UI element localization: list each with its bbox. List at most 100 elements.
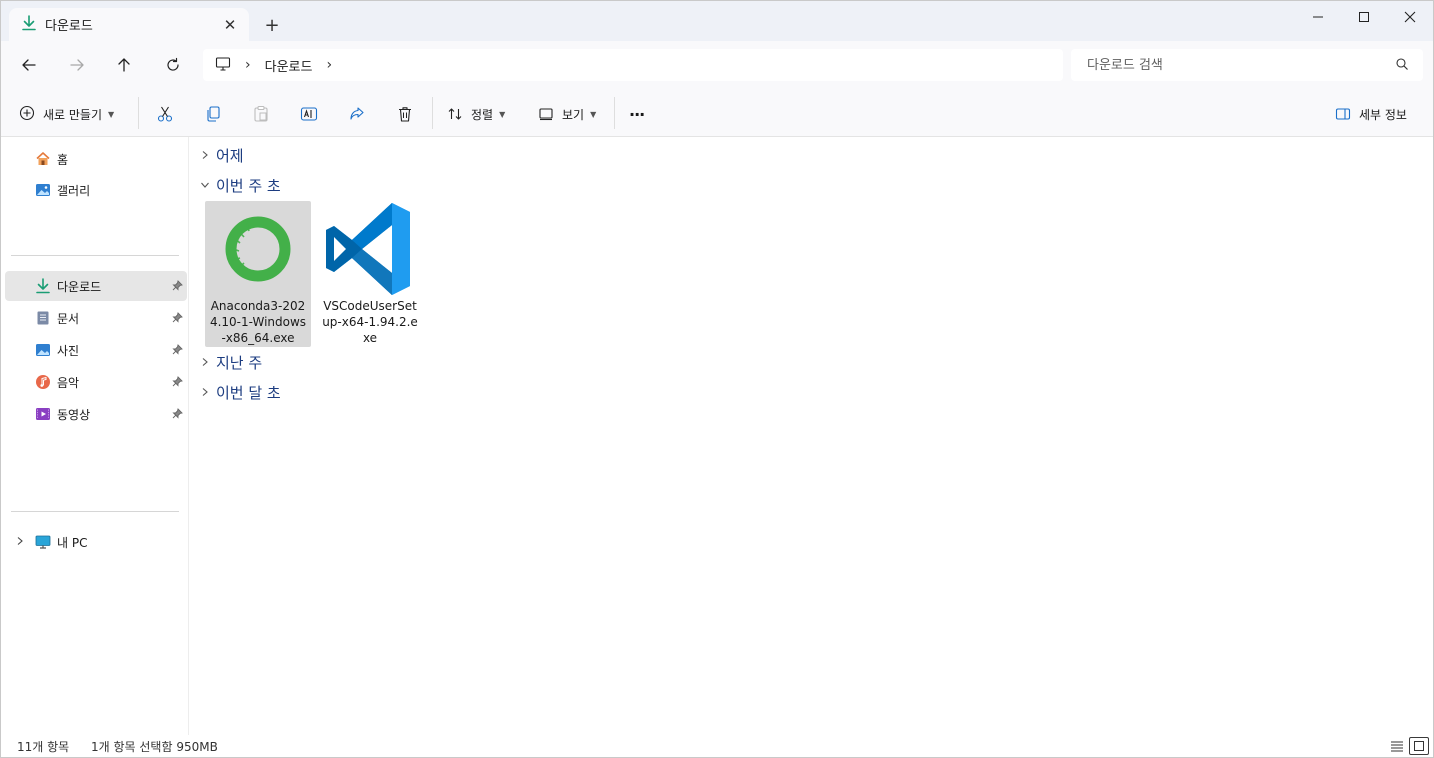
breadcrumb-chevron-icon[interactable]: › <box>326 57 332 73</box>
scissors-icon <box>157 106 173 122</box>
details-view-button[interactable] <box>1387 737 1407 755</box>
navigation-pane: 홈 갤러리 다운로드 문서 사진 음악 동영상 내 PC <box>1 137 189 735</box>
sidebar-item-gallery[interactable]: 갤러리 <box>5 175 187 205</box>
chevron-right-icon <box>198 355 212 369</box>
breadcrumb-chevron-icon: › <box>245 57 251 73</box>
sidebar-item-label: 내 PC <box>57 535 88 550</box>
sidebar-item-downloads[interactable]: 다운로드 <box>5 271 187 301</box>
tab-title: 다운로드 <box>45 19 93 34</box>
pictures-icon <box>35 342 51 358</box>
large-icons-view-button[interactable] <box>1409 737 1429 755</box>
refresh-button[interactable] <box>158 51 188 79</box>
paste-button[interactable] <box>252 101 270 127</box>
tab-downloads[interactable]: 다운로드 ✕ <box>9 8 249 41</box>
sidebar-item-label: 동영상 <box>57 407 91 422</box>
file-explorer-window: 다운로드 ✕ + › 다운로드 › 다운로드 검색 새로 만들기 ▼ 정렬 ▼ … <box>0 0 1434 758</box>
close-window-button[interactable] <box>1387 1 1433 33</box>
delete-button[interactable] <box>396 101 414 127</box>
group-label: 어제 <box>216 146 244 165</box>
file-item[interactable]: Anaconda3-2024.10-1-Windows-x86_64.exe <box>205 201 311 347</box>
arrow-up-icon <box>118 58 130 72</box>
sort-button[interactable]: 정렬 ▼ <box>447 101 505 127</box>
list-view-icon <box>1391 741 1403 752</box>
sidebar-divider <box>11 511 179 512</box>
search-box[interactable] <box>1071 49 1423 81</box>
sidebar-item-label: 홈 <box>57 152 69 167</box>
selection-info: 1개 항목 선택함 950MB <box>91 739 218 754</box>
sidebar-item-music[interactable]: 음악 <box>5 367 187 397</box>
sidebar-item-videos[interactable]: 동영상 <box>5 399 187 429</box>
view-button[interactable]: 보기 ▼ <box>538 101 596 127</box>
anaconda-icon <box>210 201 306 297</box>
search-input[interactable] <box>1087 57 1387 73</box>
sidebar-item-label: 다운로드 <box>57 279 102 294</box>
more-options-button[interactable]: ··· <box>629 101 645 127</box>
breadcrumb-downloads[interactable]: 다운로드 <box>265 56 313 75</box>
chevron-right-icon[interactable] <box>15 535 25 549</box>
view-label: 보기 <box>562 107 585 122</box>
copy-button[interactable] <box>204 101 222 127</box>
sidebar-item-label: 갤러리 <box>57 183 91 198</box>
chevron-down-icon: ▼ <box>590 109 597 119</box>
maximize-button[interactable] <box>1341 1 1387 33</box>
file-name: Anaconda3-2024.10-1-Windows-x86_64.exe <box>209 299 307 345</box>
toolbar-divider <box>432 97 433 129</box>
sidebar-item-this-pc[interactable]: 내 PC <box>5 527 187 557</box>
new-button[interactable]: 새로 만들기 ▼ <box>19 101 114 127</box>
pin-icon[interactable] <box>172 376 183 390</box>
paste-icon <box>254 105 268 122</box>
group-header-earlier-this-week[interactable]: 이번 주 초 <box>198 173 281 197</box>
group-header-earlier-this-month[interactable]: 이번 달 초 <box>198 380 281 404</box>
video-icon <box>35 406 51 422</box>
back-button[interactable] <box>14 51 44 79</box>
new-tab-button[interactable]: + <box>260 13 284 37</box>
share-icon <box>350 107 364 120</box>
download-icon <box>21 15 37 34</box>
rename-button[interactable] <box>300 101 318 127</box>
home-icon <box>35 151 51 167</box>
minimize-button[interactable] <box>1295 1 1341 33</box>
close-tab-icon[interactable]: ✕ <box>221 16 239 34</box>
item-count: 11개 항목 <box>17 739 70 754</box>
command-bar: 새로 만들기 ▼ 정렬 ▼ 보기 ▼ ··· 세부 정보 <box>1 89 1433 137</box>
trash-icon <box>399 107 411 122</box>
details-pane-icon <box>1335 108 1351 120</box>
toolbar-divider <box>614 97 615 129</box>
sidebar-item-label: 음악 <box>57 375 80 390</box>
group-label: 이번 달 초 <box>216 383 281 402</box>
new-button-label: 새로 만들기 <box>43 107 103 122</box>
pin-icon[interactable] <box>172 408 183 422</box>
sidebar-item-home[interactable]: 홈 <box>5 144 187 174</box>
tiles-view-icon <box>1414 741 1424 751</box>
sidebar-item-pictures[interactable]: 사진 <box>5 335 187 365</box>
plus-circle-icon <box>19 105 35 124</box>
group-label: 이번 주 초 <box>216 176 281 195</box>
sort-label: 정렬 <box>471 107 494 122</box>
copy-icon <box>207 106 220 122</box>
sidebar-item-documents[interactable]: 문서 <box>5 303 187 333</box>
pc-icon <box>35 534 51 550</box>
up-button[interactable] <box>109 51 139 79</box>
file-name: VSCodeUserSetup-x64-1.94.2.exe <box>322 299 418 345</box>
file-list-pane: 어제 이번 주 초 Anaconda3-2024.10-1-Windows-x8… <box>190 137 1433 735</box>
details-pane-label: 세부 정보 <box>1359 107 1407 122</box>
toolbar-divider <box>138 97 139 129</box>
pin-icon[interactable] <box>172 312 183 326</box>
forward-button[interactable] <box>62 51 92 79</box>
address-bar[interactable]: › 다운로드 › <box>203 49 1063 81</box>
pin-icon[interactable] <box>172 280 183 294</box>
pin-icon[interactable] <box>172 344 183 358</box>
refresh-icon <box>167 57 179 71</box>
share-button[interactable] <box>348 101 366 127</box>
group-label: 지난 주 <box>216 353 263 372</box>
arrow-right-icon <box>70 59 84 71</box>
arrow-left-icon <box>22 59 36 71</box>
cut-button[interactable] <box>156 101 174 127</box>
group-header-last-week[interactable]: 지난 주 <box>198 350 262 374</box>
view-icon <box>539 108 553 121</box>
title-bar: 다운로드 ✕ + <box>1 1 1433 41</box>
file-item[interactable]: VSCodeUserSetup-x64-1.94.2.exe <box>317 201 423 347</box>
details-pane-button[interactable]: 세부 정보 <box>1335 101 1407 127</box>
group-header-yesterday[interactable]: 어제 <box>198 143 244 167</box>
gallery-icon <box>35 182 51 198</box>
